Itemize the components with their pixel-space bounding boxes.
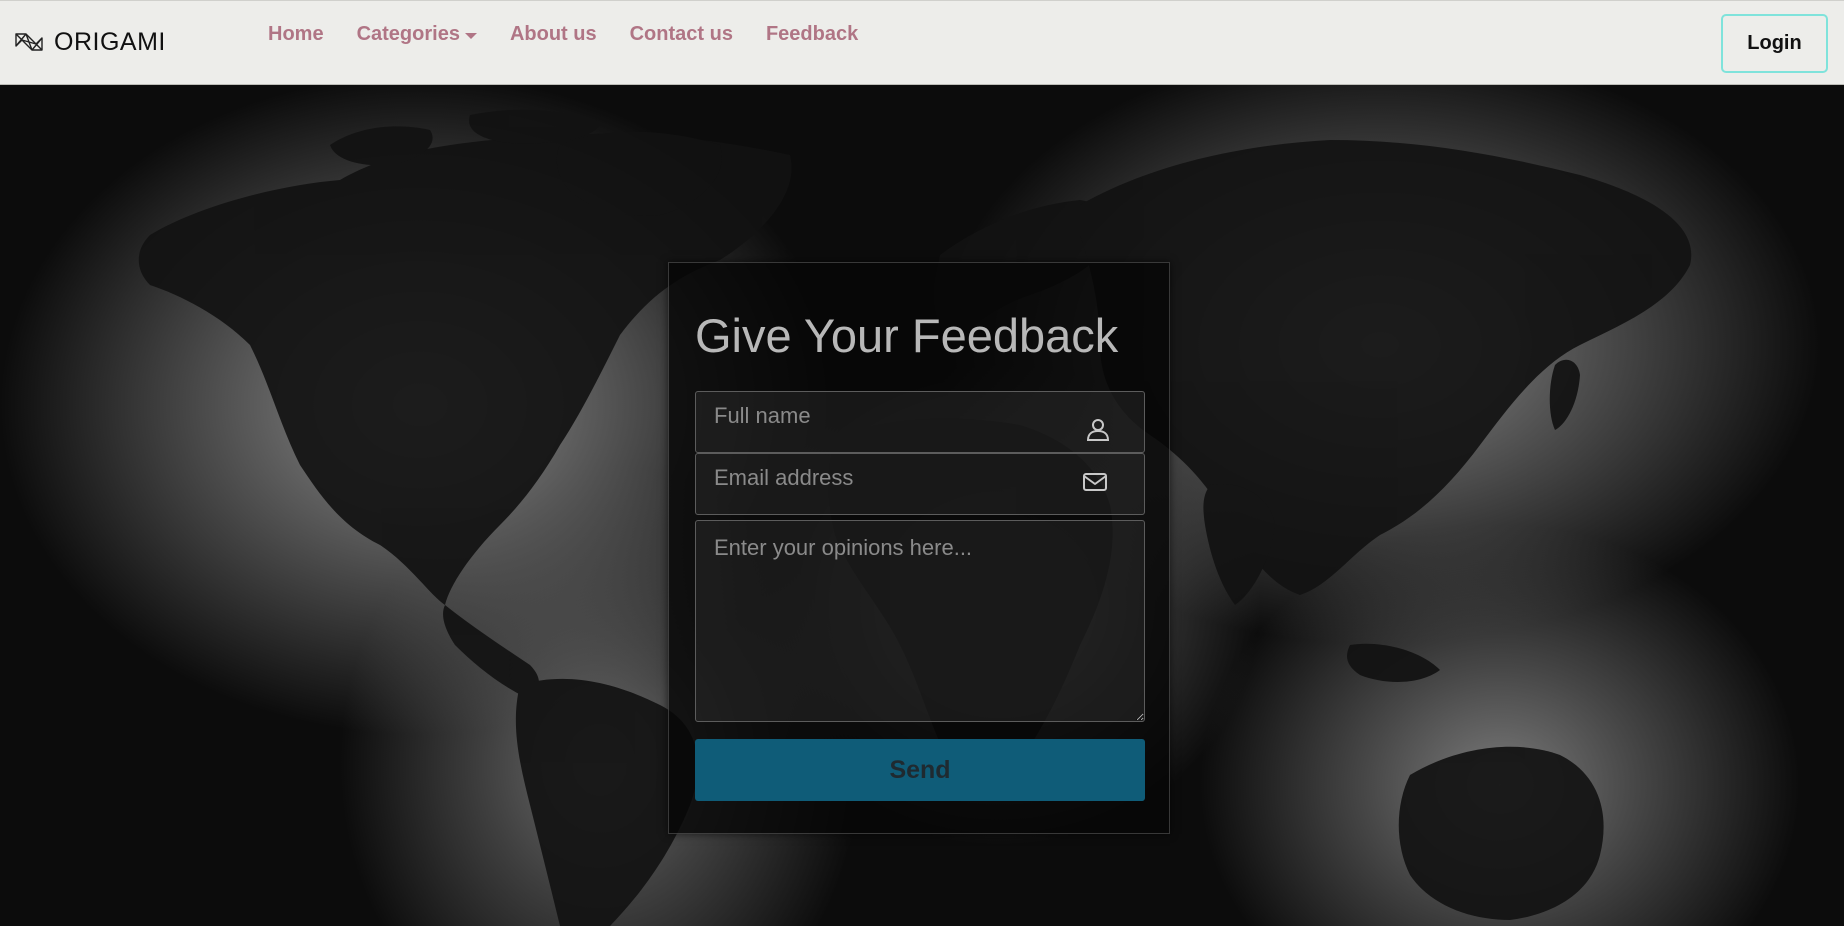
nav-about-label: About us	[509, 23, 597, 45]
full-name-input[interactable]	[695, 391, 1145, 453]
nav-about[interactable]: About us	[510, 23, 597, 46]
feedback-title: Give Your Feedback	[695, 309, 1119, 362]
navbar: ORIGAMI Home Categories About us Contact…	[0, 0, 1844, 85]
hero-section: Give Your Feedback Send	[0, 85, 1844, 926]
login-button[interactable]: Login	[1721, 14, 1828, 73]
opinion-textarea[interactable]	[695, 520, 1145, 722]
email-input[interactable]	[695, 453, 1145, 515]
nav-contact[interactable]: Contact us	[630, 23, 733, 46]
envelope-icon	[1083, 473, 1107, 491]
feedback-card: Give Your Feedback Send	[668, 262, 1170, 834]
nav-links: Home Categories About us Contact us Feed…	[268, 23, 891, 46]
nav-feedback-label: Feedback	[765, 23, 859, 45]
nav-feedback[interactable]: Feedback	[766, 23, 858, 46]
send-button[interactable]: Send	[695, 739, 1145, 801]
user-icon	[1086, 419, 1110, 441]
nav-home[interactable]: Home	[268, 23, 324, 46]
nav-contact-label: Contact us	[629, 23, 733, 45]
nav-home-label: Home	[268, 23, 324, 45]
caret-down-icon	[464, 32, 477, 39]
origami-logo-icon	[15, 32, 43, 51]
brand-name: ORIGAMI	[54, 28, 166, 56]
nav-categories-dropdown[interactable]: Categories	[357, 23, 477, 46]
brand-link[interactable]: ORIGAMI	[14, 28, 166, 57]
nav-categories-label: Categories	[356, 23, 460, 45]
